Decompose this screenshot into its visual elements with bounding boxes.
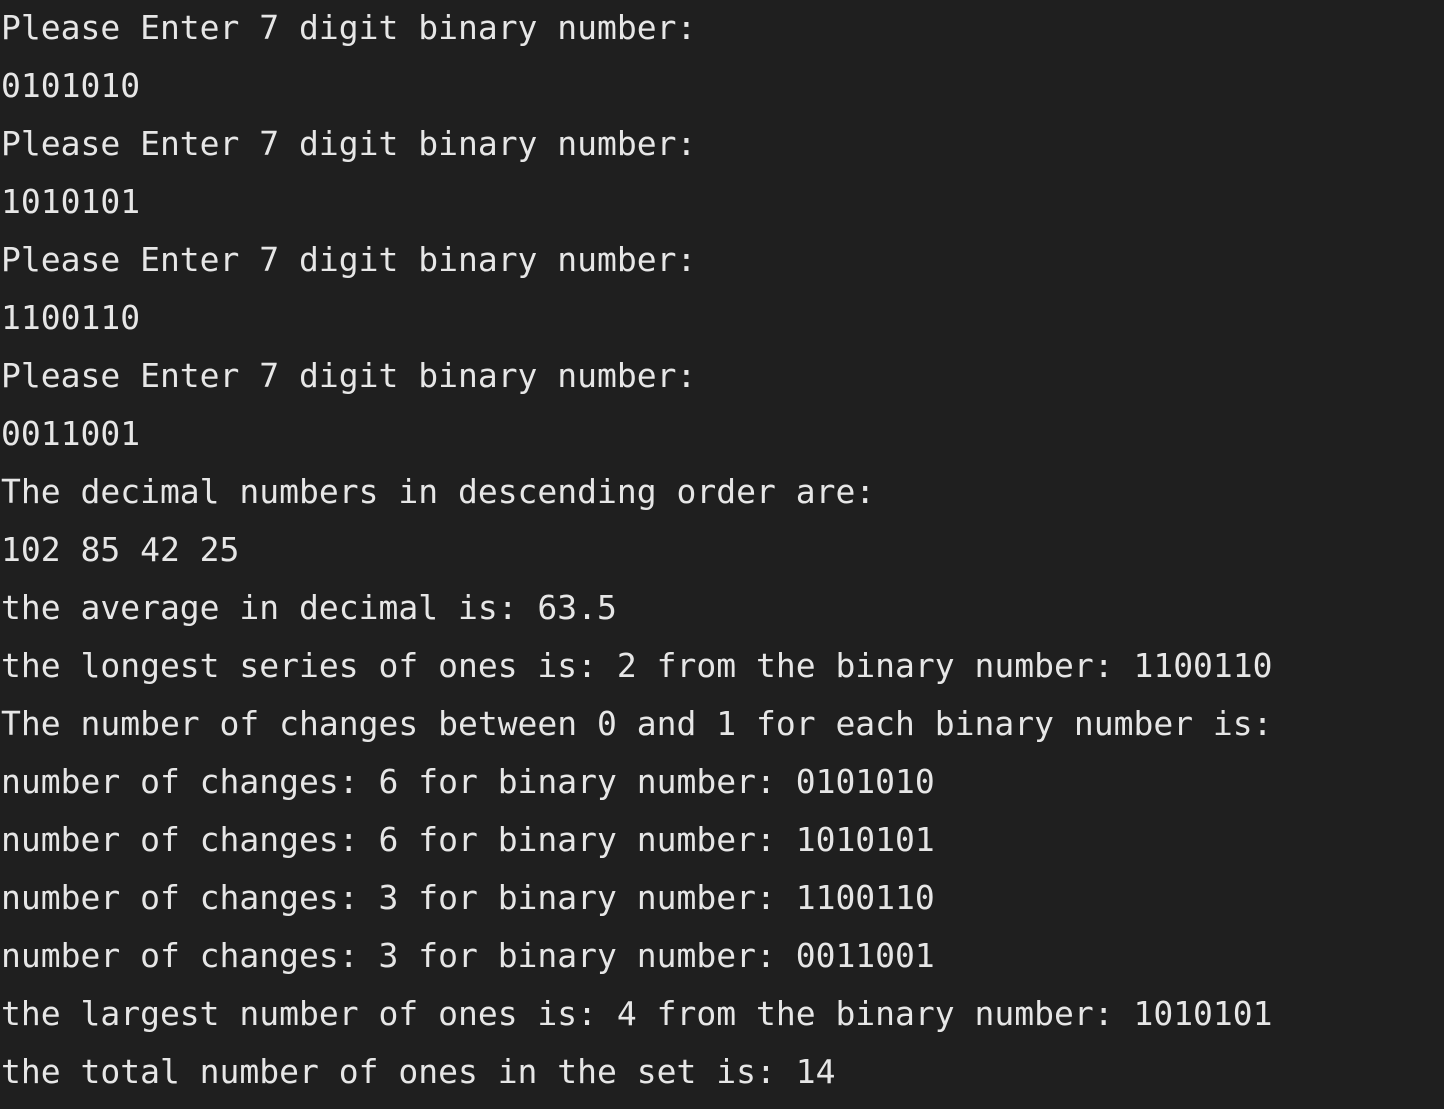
prompt-line: Please Enter 7 digit binary number:: [1, 356, 697, 395]
output-line: The decimal numbers in descending order …: [1, 472, 876, 511]
output-line: the longest series of ones is: 2 from th…: [1, 646, 1273, 685]
input-line: 0101010: [1, 66, 141, 105]
output-line: the total number of ones in the set is: …: [1, 1052, 836, 1091]
console-output[interactable]: Please Enter 7 digit binary number: 0101…: [0, 0, 1444, 1104]
input-line: 0011001: [1, 414, 141, 453]
output-line: The number of changes between 0 and 1 fo…: [1, 704, 1273, 743]
output-line: number of changes: 6 for binary number: …: [1, 820, 935, 859]
prompt-line: Please Enter 7 digit binary number:: [1, 124, 697, 163]
prompt-line: Please Enter 7 digit binary number:: [1, 240, 697, 279]
output-line: the average in decimal is: 63.5: [1, 588, 617, 627]
output-line: 102 85 42 25: [1, 530, 240, 569]
prompt-line: Please Enter 7 digit binary number:: [1, 8, 697, 47]
output-line: number of changes: 3 for binary number: …: [1, 936, 935, 975]
output-line: number of changes: 6 for binary number: …: [1, 762, 935, 801]
output-line: the largest number of ones is: 4 from th…: [1, 994, 1273, 1033]
input-line: 1010101: [1, 182, 141, 221]
input-line: 1100110: [1, 298, 141, 337]
output-line: number of changes: 3 for binary number: …: [1, 878, 935, 917]
